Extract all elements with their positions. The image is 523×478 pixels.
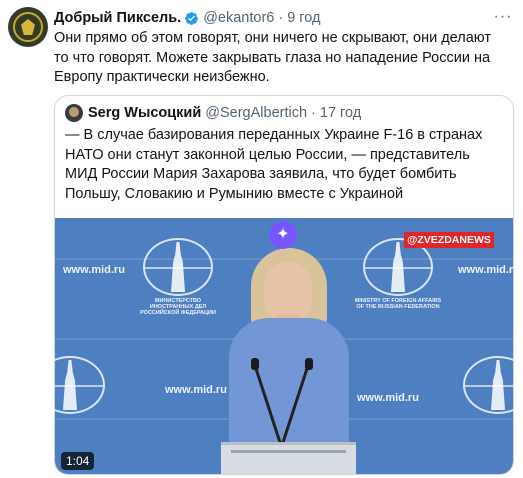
sparkle-button[interactable]: ✦ <box>269 221 297 249</box>
backdrop-url-text: www.mid.ru <box>63 264 125 276</box>
globe-icon <box>463 356 513 414</box>
author-handle[interactable]: @ekantor6 <box>203 10 274 26</box>
ministry-emblem <box>55 352 115 432</box>
microphone-icon <box>251 358 259 370</box>
ministry-emblem: МИНИСТЕРСТВО ИНОСТРАННЫХ ДЕЛ РОССИЙСКОЙ … <box>133 234 223 316</box>
backdrop-url-text: www.mid.ru <box>165 384 227 396</box>
quoted-tweet-header: Serg Wысоцкий @SergAlbertich · 17 год <box>65 104 361 122</box>
verified-badge-icon <box>185 11 199 25</box>
more-options-button[interactable]: ··· <box>493 8 513 28</box>
more-icon: ··· <box>493 8 513 25</box>
backdrop-url-text: www.mid.ru <box>458 264 514 276</box>
microphone-icon <box>305 358 313 370</box>
backdrop-url-text: www.mid.ru <box>357 392 419 404</box>
sparkle-icon: ✦ <box>276 226 290 243</box>
speaker-face <box>264 262 312 322</box>
brand-watermark: @ZVEZDANEWS <box>404 232 494 248</box>
quoted-tweet[interactable]: Serg Wысоцкий @SergAlbertich · 17 год — … <box>54 95 514 475</box>
ministry-emblem <box>453 352 513 432</box>
video-player[interactable]: www.mid.ru www.mid.ru www.mid.ru www.mid… <box>55 218 514 474</box>
tweet-header: Добрый Пиксель. @ekantor6 · 9 год ··· <box>54 8 513 28</box>
author-name[interactable]: Добрый Пиксель. <box>54 10 181 26</box>
author-avatar[interactable] <box>8 7 48 47</box>
podium <box>221 442 356 474</box>
tweet-text: Они прямо об этом говорят, они ничего не… <box>54 30 491 85</box>
quoted-author-name[interactable]: Serg Wысоцкий <box>88 105 201 121</box>
quoted-header-separator: · <box>311 105 316 121</box>
emblem-caption: MINISTRY OF FOREIGN AFFAIRS OF THE RUSSI… <box>354 298 442 310</box>
video-duration: 1:04 <box>61 452 95 470</box>
podium-rail <box>231 450 346 453</box>
quoted-tweet-text: — В случае базирования переданных Украин… <box>65 127 483 202</box>
quoted-author-handle[interactable]: @SergAlbertich <box>205 105 307 121</box>
globe-icon <box>55 356 105 414</box>
tweet-timestamp[interactable]: 9 год <box>287 10 320 26</box>
quoted-author-avatar[interactable] <box>65 104 83 122</box>
emblem-caption: МИНИСТЕРСТВО ИНОСТРАННЫХ ДЕЛ РОССИЙСКОЙ … <box>140 298 216 316</box>
tweet[interactable]: Добрый Пиксель. @ekantor6 · 9 год ··· Он… <box>0 0 523 478</box>
header-separator: · <box>278 10 284 26</box>
quoted-tweet-timestamp[interactable]: 17 год <box>320 105 361 121</box>
